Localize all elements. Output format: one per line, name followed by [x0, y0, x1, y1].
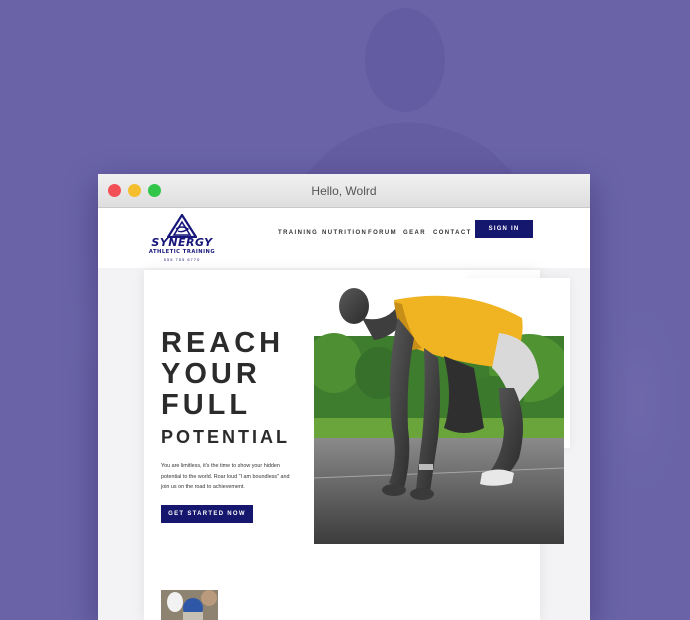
get-started-button[interactable]: GET STARTED NOW [161, 505, 253, 523]
headline-line-2: YOUR [161, 358, 261, 390]
hero-description: You are limitless, it's the time to show… [161, 463, 290, 490]
site-logo[interactable]: SYNERGY ATHLETIC TRAINING 555 755 6770 [142, 214, 222, 266]
nav-item-gear[interactable]: GEAR [403, 224, 426, 242]
headline-line-1: REACH [161, 327, 285, 359]
logo-tagline: ATHLETIC TRAINING [148, 249, 216, 255]
content-thumbnail-image[interactable] [161, 590, 218, 620]
window-title: Hello, Wolrd [311, 184, 377, 198]
nav-item-nutrition[interactable]: NUTRITION [322, 224, 367, 242]
site-header: SYNERGY ATHLETIC TRAINING 555 755 6770 T… [98, 208, 590, 268]
synergy-triangle-logo-icon [167, 214, 197, 238]
hero-sprinter-image [314, 278, 564, 544]
nav-item-training[interactable]: TRAINING [278, 224, 318, 242]
nav-item-contact[interactable]: CONTACT [433, 224, 472, 242]
headline-line-3: FULL [161, 389, 252, 421]
browser-window: Hello, Wolrd SYNERGY ATHLETIC TRAINING 5… [98, 174, 590, 620]
nav-item-forum[interactable]: FORUM [368, 224, 397, 242]
logo-phone: 555 755 6770 [163, 257, 201, 262]
window-titlebar: Hello, Wolrd [98, 174, 590, 208]
logo-name: SYNERGY [151, 236, 213, 249]
sign-in-button[interactable]: SIGN IN [475, 220, 533, 238]
headline-line-4: POTENTIAL [161, 427, 290, 447]
